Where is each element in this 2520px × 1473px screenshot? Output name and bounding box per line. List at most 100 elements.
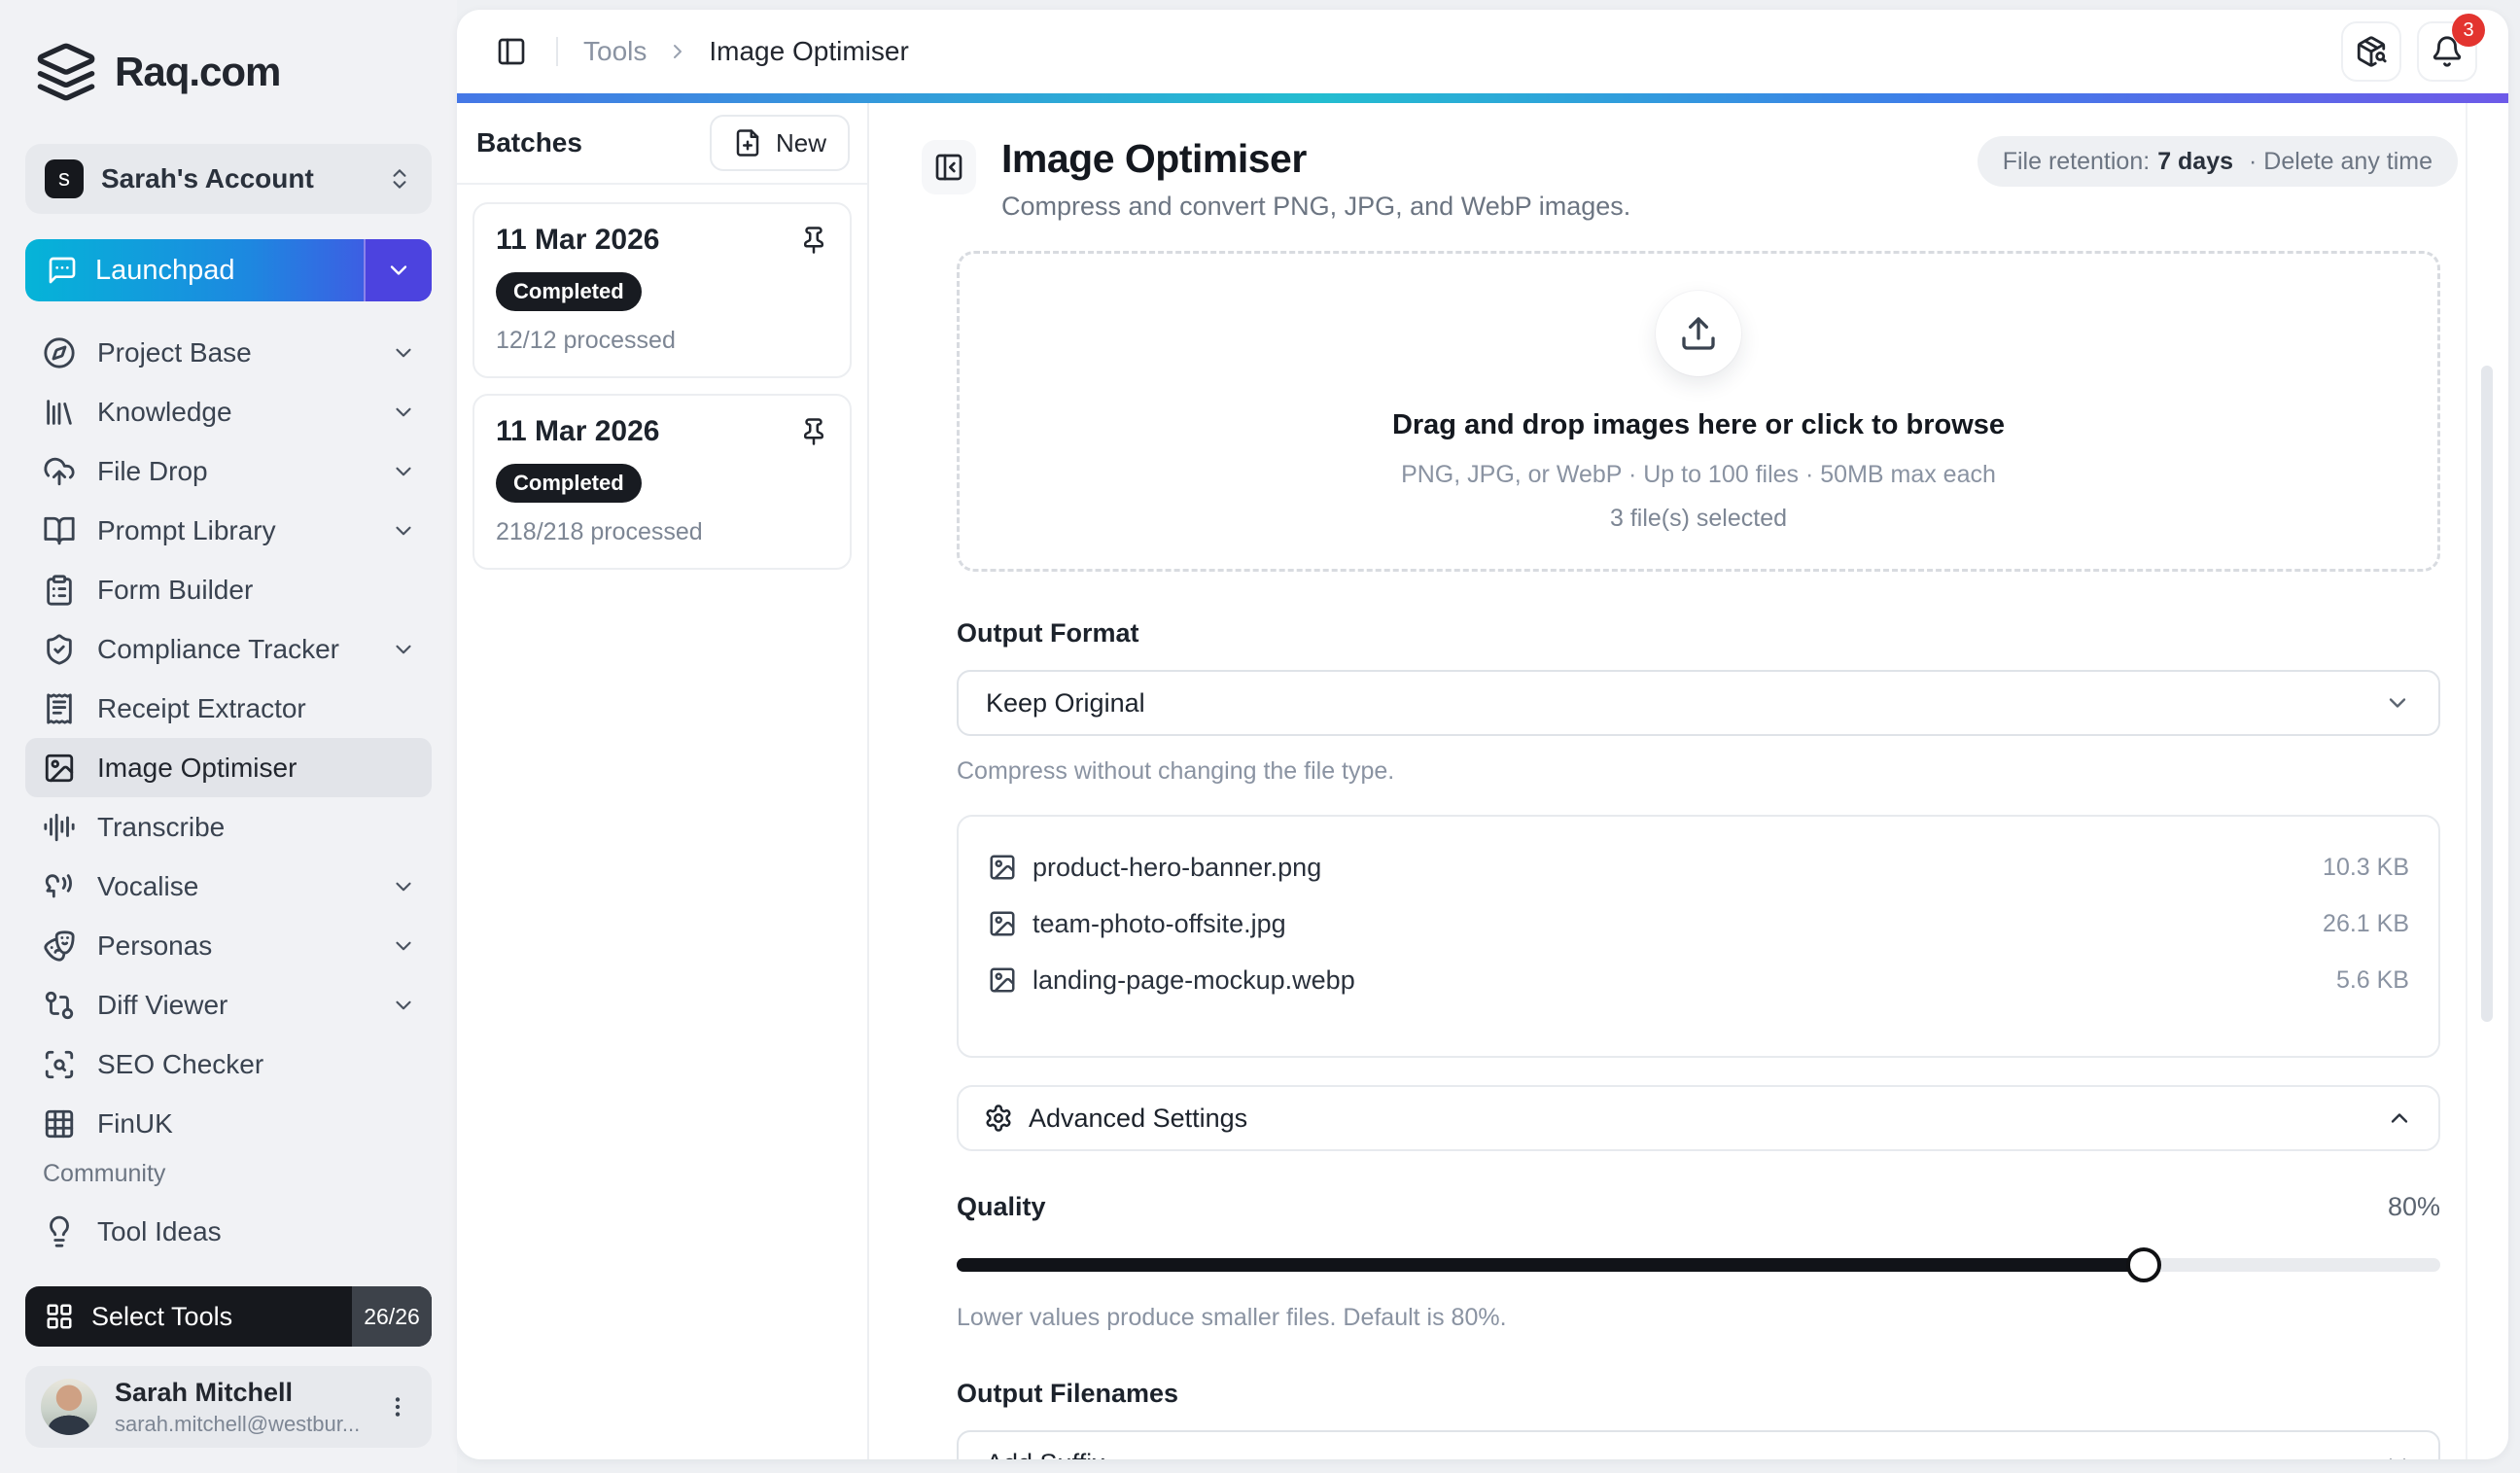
divider [556, 37, 558, 66]
output-format-value: Keep Original [986, 688, 1145, 719]
user-card[interactable]: Sarah Mitchell sarah.mitchell@westbur... [25, 1366, 432, 1448]
chevron-down-icon [391, 637, 416, 662]
sidebar-item-tool-ideas[interactable]: Tool Ideas [25, 1202, 432, 1261]
tool-titles: Image Optimiser Compress and convert PNG… [1001, 136, 1630, 222]
chevron-up-icon [2386, 1105, 2413, 1132]
sidebar-item-label: Tool Ideas [97, 1216, 416, 1247]
sidebar-item-label: Receipt Extractor [97, 693, 416, 724]
account-avatar: s [45, 159, 84, 198]
quality-slider[interactable] [957, 1247, 2440, 1282]
sidebar-item-label: Compliance Tracker [97, 634, 369, 665]
launchpad-main[interactable]: Launchpad [25, 239, 364, 301]
collapse-panel-button[interactable] [922, 140, 976, 194]
notification-count-badge: 3 [2452, 14, 2485, 47]
sidebar-item-transcribe[interactable]: Transcribe [25, 797, 432, 857]
chat-bubble-icon [47, 255, 78, 286]
slider-thumb[interactable] [2126, 1247, 2161, 1282]
tool-header: Image Optimiser Compress and convert PNG… [869, 103, 2508, 228]
account-label: Sarah's Account [101, 163, 369, 194]
sidebar-toggle-button[interactable] [492, 32, 531, 71]
output-format-select[interactable]: Keep Original [957, 670, 2440, 736]
output-filenames-label: Output Filenames [957, 1379, 2440, 1409]
file-name: team-photo-offsite.jpg [1032, 909, 1286, 939]
slider-fill [957, 1258, 2144, 1272]
image-icon [988, 853, 1017, 882]
image-icon [988, 909, 1017, 938]
brand-name: Raq.com [115, 49, 280, 95]
advanced-settings-toggle[interactable]: Advanced Settings [957, 1085, 2440, 1151]
clipboard-list-icon [43, 574, 76, 607]
chevron-down-icon [391, 874, 416, 899]
batch-card[interactable]: 11 Mar 2026 Completed 12/12 processed [472, 202, 852, 378]
file-size: 5.6 KB [2336, 966, 2409, 995]
launchpad-caret-button[interactable] [364, 239, 432, 301]
dropzone-selected-count: 3 file(s) selected [1610, 505, 1787, 533]
image-icon [988, 965, 1017, 995]
upload-circle [1656, 291, 1741, 376]
batch-processed: 218/218 processed [496, 518, 830, 546]
select-tools-count-badge: 26/26 [352, 1286, 432, 1347]
chevron-down-icon [2384, 1450, 2411, 1459]
chevron-down-icon [391, 518, 416, 544]
chevron-down-icon [391, 459, 416, 484]
breadcrumb-tools[interactable]: Tools [583, 36, 647, 67]
advanced-settings-label: Advanced Settings [1029, 1104, 1247, 1134]
sidebar-item-seo-checker[interactable]: SEO Checker [25, 1035, 432, 1094]
pin-button[interactable] [797, 224, 830, 257]
gear-icon [984, 1104, 1013, 1133]
quality-value: 80% [2388, 1192, 2440, 1222]
sidebar-item-image-optimiser[interactable]: Image Optimiser [25, 738, 432, 797]
sidebar-item-receipt-extractor[interactable]: Receipt Extractor [25, 679, 432, 738]
package-search-icon [2355, 35, 2388, 68]
page-subtitle: Compress and convert PNG, JPG, and WebP … [1001, 192, 1630, 222]
upload-icon [1679, 314, 1718, 353]
package-search-button[interactable] [2341, 21, 2401, 82]
user-menu-button[interactable] [379, 1388, 416, 1425]
file-size: 10.3 KB [2323, 854, 2409, 882]
voice-icon [43, 870, 76, 903]
batch-processed: 12/12 processed [496, 327, 830, 355]
sidebar-item-label: Project Base [97, 337, 369, 368]
app-card: Tools Image Optimiser 3 Batches New [457, 10, 2508, 1459]
file-row: team-photo-offsite.jpg 26.1 KB [988, 900, 2409, 947]
sidebar-item-diff-viewer[interactable]: Diff Viewer [25, 975, 432, 1035]
sidebar-item-compliance-tracker[interactable]: Compliance Tracker [25, 619, 432, 679]
launchpad-button[interactable]: Launchpad [25, 239, 432, 301]
panel-left-close-icon [933, 152, 964, 183]
chevron-down-icon [391, 993, 416, 1018]
sidebar-item-knowledge[interactable]: Knowledge [25, 382, 432, 441]
notifications-button[interactable]: 3 [2417, 21, 2477, 82]
sidebar-item-form-builder[interactable]: Form Builder [25, 560, 432, 619]
quality-label: Quality [957, 1192, 1046, 1222]
file-name: landing-page-mockup.webp [1032, 965, 1355, 996]
select-tools-main[interactable]: Select Tools [25, 1286, 352, 1347]
sidebar-item-label: Diff Viewer [97, 990, 369, 1021]
breadcrumb-current: Image Optimiser [709, 36, 908, 67]
sidebar-item-vocalise[interactable]: Vocalise [25, 857, 432, 916]
batch-date: 11 Mar 2026 [496, 224, 659, 257]
batch-list: 11 Mar 2026 Completed 12/12 processed 11… [457, 185, 867, 587]
select-tools-button[interactable]: Select Tools 26/26 [25, 1286, 432, 1347]
drama-masks-icon [43, 929, 76, 963]
avatar [41, 1379, 97, 1435]
sidebar-item-finuk[interactable]: FinUK [25, 1094, 432, 1153]
dropzone-title: Drag and drop images here or click to br… [1392, 409, 2005, 441]
sidebar: Raq.com s Sarah's Account Launchpad Proj… [0, 0, 457, 1473]
sidebar-item-label: Image Optimiser [97, 753, 416, 784]
new-batch-button[interactable]: New [710, 115, 850, 171]
pin-button[interactable] [797, 415, 830, 448]
output-filenames-select[interactable]: Add Suffix [957, 1430, 2440, 1459]
batch-card[interactable]: 11 Mar 2026 Completed 218/218 processed [472, 394, 852, 570]
dropzone[interactable]: Drag and drop images here or click to br… [957, 251, 2440, 572]
layers-icon [35, 41, 97, 103]
output-format-label: Output Format [957, 618, 2440, 649]
sidebar-item-personas[interactable]: Personas [25, 916, 432, 975]
launchpad-label: Launchpad [95, 255, 235, 287]
sidebar-item-prompt-library[interactable]: Prompt Library [25, 501, 432, 560]
scrollbar-thumb[interactable] [2481, 366, 2493, 1022]
sidebar-item-project-base[interactable]: Project Base [25, 323, 432, 382]
account-switcher[interactable]: s Sarah's Account [25, 144, 432, 214]
sidebar-item-label: Form Builder [97, 575, 416, 606]
sidebar-item-file-drop[interactable]: File Drop [25, 441, 432, 501]
receipt-icon [43, 692, 76, 725]
